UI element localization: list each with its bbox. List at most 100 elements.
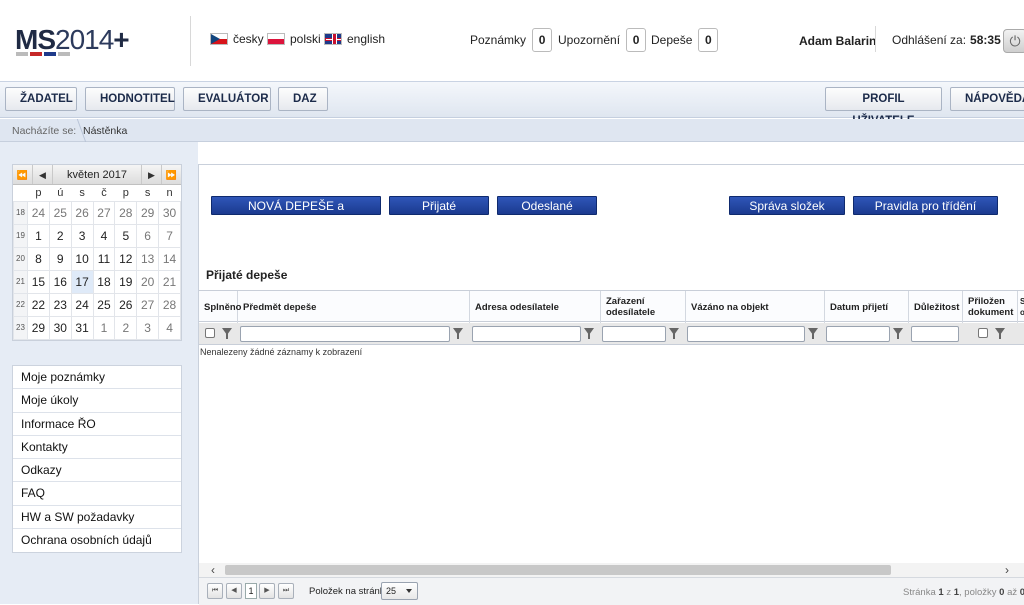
calendar-day[interactable]: 5 bbox=[114, 223, 138, 248]
sent-messages-button[interactable]: Odeslané depeše bbox=[497, 196, 597, 231]
filter-icon[interactable] bbox=[893, 328, 903, 339]
next-month-icon[interactable]: ▶ bbox=[141, 165, 161, 184]
sidebar-item-hw-sw[interactable]: HW a SW požadavky bbox=[13, 506, 181, 530]
calendar-day[interactable]: 8 bbox=[27, 246, 50, 271]
next-year-icon[interactable]: ⏩ bbox=[161, 165, 181, 184]
calendar-day[interactable]: 26 bbox=[70, 200, 94, 225]
alerts-counter[interactable]: Upozornění 0 bbox=[558, 28, 647, 52]
calendar-day[interactable]: 24 bbox=[27, 200, 50, 225]
role-button-evaluator[interactable]: HODNOTITEL bbox=[85, 87, 175, 111]
calendar-day[interactable]: 16 bbox=[48, 269, 72, 294]
help-button[interactable]: NÁPOVĚDA bbox=[950, 87, 1024, 111]
calendar-day[interactable]: 23 bbox=[48, 292, 72, 317]
sidebar-item-contacts[interactable]: Kontakty bbox=[13, 436, 181, 460]
prev-month-icon[interactable]: ◀ bbox=[33, 165, 53, 184]
calendar-day-today[interactable]: 17 bbox=[70, 269, 94, 294]
calendar-day[interactable]: 1 bbox=[92, 315, 116, 340]
language-english[interactable]: english bbox=[324, 32, 385, 46]
sidebar-item-my-tasks[interactable]: Moje úkoly bbox=[13, 389, 181, 413]
calendar-day[interactable]: 28 bbox=[158, 292, 181, 317]
filter-sender-type-input[interactable] bbox=[602, 326, 666, 342]
column-header-more[interactable]: S o bbox=[1018, 291, 1024, 323]
filter-attachment-checkbox[interactable] bbox=[978, 328, 988, 338]
first-page-icon[interactable]: ⏮ bbox=[207, 583, 223, 599]
sidebar-item-my-notes[interactable]: Moje poznámky bbox=[13, 366, 181, 390]
horizontal-scrollbar[interactable]: ‹ › bbox=[199, 563, 1024, 577]
calendar-day[interactable]: 31 bbox=[70, 315, 94, 340]
calendar-day[interactable]: 21 bbox=[158, 269, 181, 294]
calendar-day[interactable]: 4 bbox=[92, 223, 116, 248]
filter-icon[interactable] bbox=[995, 328, 1005, 339]
per-page-select[interactable]: 25 bbox=[381, 582, 418, 600]
next-page-icon[interactable]: ▶ bbox=[259, 583, 275, 599]
calendar-day[interactable]: 12 bbox=[114, 246, 138, 271]
filter-sender-address-input[interactable] bbox=[472, 326, 581, 342]
language-polish[interactable]: polski bbox=[267, 32, 321, 46]
filter-icon[interactable] bbox=[584, 328, 594, 339]
role-button-applicant[interactable]: ŽADATEL bbox=[5, 87, 77, 111]
new-message-button[interactable]: NOVÁ DEPEŠE a Koncepty bbox=[211, 196, 381, 231]
calendar-day[interactable]: 3 bbox=[70, 223, 94, 248]
calendar-day[interactable]: 9 bbox=[48, 246, 72, 271]
calendar-day[interactable]: 4 bbox=[158, 315, 181, 340]
sorting-rules-button[interactable]: Pravidla pro třídění depeší bbox=[853, 196, 998, 231]
last-page-icon[interactable]: ⏭ bbox=[278, 583, 294, 599]
language-czech[interactable]: česky bbox=[210, 32, 264, 46]
messages-counter[interactable]: Depeše 0 bbox=[651, 28, 719, 52]
power-icon[interactable]: ⏻ bbox=[1003, 29, 1024, 53]
calendar-day[interactable]: 1 bbox=[27, 223, 50, 248]
calendar-day[interactable]: 24 bbox=[70, 292, 94, 317]
sidebar-item-faq[interactable]: FAQ bbox=[13, 482, 181, 506]
calendar-day[interactable]: 2 bbox=[48, 223, 72, 248]
manage-folders-button[interactable]: Správa složek bbox=[729, 196, 845, 215]
calendar-day[interactable]: 13 bbox=[136, 246, 160, 271]
calendar-day[interactable]: 22 bbox=[27, 292, 50, 317]
filter-icon[interactable] bbox=[669, 328, 679, 339]
calendar-day[interactable]: 25 bbox=[92, 292, 116, 317]
calendar-day[interactable]: 15 bbox=[27, 269, 50, 294]
filter-icon[interactable] bbox=[222, 328, 232, 339]
scroll-right-icon[interactable]: › bbox=[1005, 563, 1009, 577]
column-header-subject[interactable]: Předmět depeše bbox=[238, 291, 470, 323]
scroll-left-icon[interactable]: ‹ bbox=[211, 563, 215, 577]
filter-icon[interactable] bbox=[808, 328, 818, 339]
notes-counter[interactable]: Poznámky 0 bbox=[470, 28, 553, 52]
calendar-day[interactable]: 26 bbox=[114, 292, 138, 317]
calendar-day[interactable]: 29 bbox=[27, 315, 50, 340]
calendar-day[interactable]: 28 bbox=[114, 200, 138, 225]
column-header-sender-address[interactable]: Adresa odesílatele bbox=[470, 291, 601, 323]
calendar-day[interactable]: 30 bbox=[158, 200, 181, 225]
calendar-day[interactable]: 25 bbox=[48, 200, 72, 225]
filter-icon[interactable] bbox=[453, 328, 463, 339]
calendar-day[interactable]: 14 bbox=[158, 246, 181, 271]
column-header-importance[interactable]: Důležitost bbox=[909, 291, 963, 323]
role-button-evaluator-external[interactable]: EVALUÁTOR bbox=[183, 87, 271, 111]
calendar-day[interactable]: 20 bbox=[136, 269, 160, 294]
filter-done-checkbox[interactable] bbox=[205, 328, 215, 338]
column-header-linked-object[interactable]: Vázáno na objekt bbox=[686, 291, 825, 323]
calendar-day[interactable]: 18 bbox=[92, 269, 116, 294]
filter-subject-input[interactable] bbox=[240, 326, 450, 342]
column-header-received-date[interactable]: Datum přijetí bbox=[825, 291, 909, 323]
calendar-day[interactable]: 27 bbox=[92, 200, 116, 225]
sidebar-item-links[interactable]: Odkazy bbox=[13, 459, 181, 483]
breadcrumb-current[interactable]: Nástěnka bbox=[83, 125, 127, 137]
calendar-day[interactable]: 3 bbox=[136, 315, 160, 340]
role-button-daz[interactable]: DAZ bbox=[278, 87, 328, 111]
filter-linked-object-input[interactable] bbox=[687, 326, 805, 342]
column-header-done[interactable]: Splněno bbox=[199, 291, 241, 323]
sidebar-item-privacy[interactable]: Ochrana osobních údajů bbox=[13, 529, 181, 552]
calendar-day[interactable]: 29 bbox=[136, 200, 160, 225]
calendar-day[interactable]: 30 bbox=[48, 315, 72, 340]
filter-importance-input[interactable] bbox=[911, 326, 959, 342]
prev-year-icon[interactable]: ⏪ bbox=[13, 165, 33, 184]
filter-received-date-input[interactable] bbox=[826, 326, 890, 342]
scrollbar-thumb[interactable] bbox=[225, 565, 891, 575]
user-name[interactable]: Adam Balarin bbox=[799, 34, 876, 48]
column-header-attachment[interactable]: Přiložen dokument bbox=[963, 291, 1018, 323]
prev-page-icon[interactable]: ◀ bbox=[226, 583, 242, 599]
calendar-day[interactable]: 2 bbox=[114, 315, 138, 340]
page-number-input[interactable]: 1 bbox=[245, 583, 257, 599]
calendar-day[interactable]: 11 bbox=[92, 246, 116, 271]
sidebar-item-info-ro[interactable]: Informace ŘO bbox=[13, 413, 181, 436]
